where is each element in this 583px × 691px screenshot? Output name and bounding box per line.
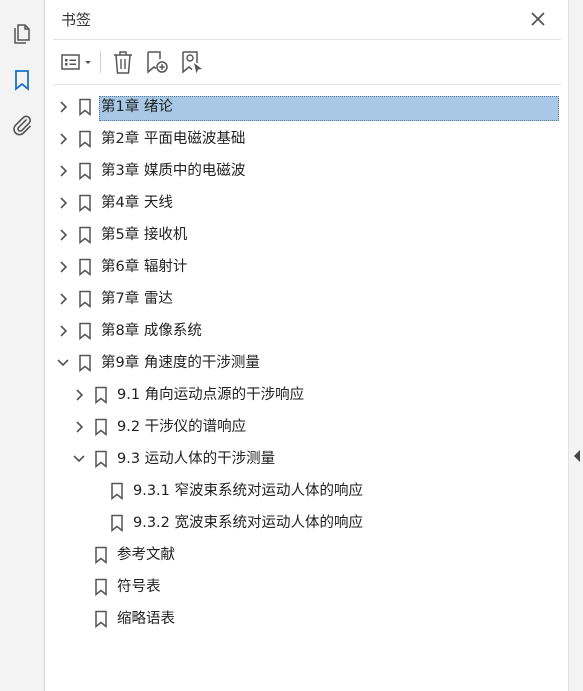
bookmark-icon: [95, 450, 107, 468]
bookmark-item[interactable]: 9.1 角向运动点源的干涉响应: [45, 379, 568, 411]
bookmark-item[interactable]: 缩略语表: [45, 603, 568, 635]
close-icon[interactable]: [529, 10, 547, 28]
bookmark-icon: [79, 162, 91, 180]
navigation-sidebar: [0, 0, 45, 691]
chevron-down-icon[interactable]: [57, 356, 69, 370]
delete-icon[interactable]: [111, 49, 135, 75]
chevron-right-icon[interactable]: [57, 260, 69, 274]
panel-title: 书签: [61, 11, 92, 29]
bookmark-icon: [79, 226, 91, 244]
chevron-right-icon[interactable]: [73, 420, 85, 434]
chevron-right-icon[interactable]: [57, 324, 69, 338]
chevron-right-icon[interactable]: [57, 196, 69, 210]
bookmark-label[interactable]: 9.3.2 宽波束系统对运动人体的响应: [132, 512, 364, 534]
bookmark-icon: [95, 546, 107, 564]
bookmark-icon: [95, 418, 107, 436]
bookmark-label[interactable]: 第4章 天线: [100, 192, 174, 214]
bookmark-item[interactable]: 9.2 干涉仪的谱响应: [45, 411, 568, 443]
collapse-arrow-icon[interactable]: [573, 449, 581, 463]
bookmark-icon: [79, 194, 91, 212]
bookmark-label[interactable]: 第6章 辐射计: [100, 256, 188, 278]
bookmark-label[interactable]: 符号表: [116, 576, 162, 598]
bookmark-label[interactable]: 9.3.1 窄波束系统对运动人体的响应: [132, 480, 364, 502]
bookmark-item[interactable]: 第2章 平面电磁波基础: [45, 123, 568, 155]
chevron-right-icon[interactable]: [73, 388, 85, 402]
bookmark-item[interactable]: 第7章 雷达: [45, 283, 568, 315]
options-menu-icon[interactable]: [59, 49, 97, 75]
bookmark-label[interactable]: 第3章 媒质中的电磁波: [100, 160, 246, 182]
bookmark-label[interactable]: 参考文献: [116, 544, 176, 566]
bookmark-icon[interactable]: [10, 68, 34, 92]
bookmark-label[interactable]: 第8章 成像系统: [100, 320, 203, 342]
chevron-right-icon[interactable]: [57, 132, 69, 146]
bookmark-item[interactable]: 9.3.1 窄波束系统对运动人体的响应: [45, 475, 568, 507]
bookmark-icon: [79, 130, 91, 148]
bookmark-label[interactable]: 缩略语表: [116, 608, 176, 630]
toolbar-divider: [100, 51, 101, 73]
bookmark-label[interactable]: 9.3 运动人体的干涉测量: [116, 448, 276, 470]
bookmark-icon: [79, 98, 91, 116]
attachment-icon[interactable]: [10, 113, 34, 137]
bookmark-label[interactable]: 第2章 平面电磁波基础: [100, 128, 246, 150]
divider: [53, 39, 561, 40]
bookmark-item[interactable]: 符号表: [45, 571, 568, 603]
bookmark-label[interactable]: 第9章 角速度的干涉测量: [100, 352, 261, 374]
bookmark-item[interactable]: 9.3.2 宽波束系统对运动人体的响应: [45, 507, 568, 539]
chevron-right-icon[interactable]: [57, 164, 69, 178]
bookmark-icon: [79, 258, 91, 276]
bookmarks-panel: 书签 第1章 绪论 第2章 平面电磁波基础 第3章 媒质中的电磁波 第4章 天线…: [45, 0, 568, 691]
bookmark-item[interactable]: 第1章 绪论: [45, 91, 568, 123]
bookmark-icon: [79, 290, 91, 308]
bookmark-label[interactable]: 第1章 绪论: [100, 96, 174, 118]
divider: [53, 84, 561, 85]
bookmark-item[interactable]: 9.3 运动人体的干涉测量: [45, 443, 568, 475]
bookmark-label[interactable]: 9.1 角向运动点源的干涉响应: [116, 384, 305, 406]
chevron-right-icon[interactable]: [57, 100, 69, 114]
bookmark-item[interactable]: 第8章 成像系统: [45, 315, 568, 347]
bookmark-label[interactable]: 第5章 接收机: [100, 224, 188, 246]
bookmark-label[interactable]: 9.2 干涉仪的谱响应: [116, 416, 247, 438]
bookmark-item[interactable]: 第9章 角速度的干涉测量: [45, 347, 568, 379]
pages-icon[interactable]: [10, 22, 34, 46]
bookmark-icon: [79, 322, 91, 340]
bookmark-label[interactable]: 第7章 雷达: [100, 288, 174, 310]
bookmark-from-selection-icon[interactable]: [179, 49, 205, 75]
chevron-down-icon[interactable]: [73, 452, 85, 466]
chevron-right-icon[interactable]: [57, 228, 69, 242]
bookmark-item[interactable]: 第3章 媒质中的电磁波: [45, 155, 568, 187]
bookmark-icon: [111, 482, 123, 500]
bookmark-toolbar: [45, 44, 568, 80]
bookmark-icon: [111, 514, 123, 532]
bookmark-icon: [79, 354, 91, 372]
panel-collapse-strip: [568, 0, 583, 691]
new-bookmark-icon[interactable]: [144, 49, 170, 75]
bookmark-icon: [95, 386, 107, 404]
bookmark-icon: [95, 578, 107, 596]
bookmark-item[interactable]: 第5章 接收机: [45, 219, 568, 251]
bookmark-item[interactable]: 第4章 天线: [45, 187, 568, 219]
bookmark-item[interactable]: 第6章 辐射计: [45, 251, 568, 283]
bookmark-item[interactable]: 参考文献: [45, 539, 568, 571]
bookmark-icon: [95, 610, 107, 628]
chevron-right-icon[interactable]: [57, 292, 69, 306]
